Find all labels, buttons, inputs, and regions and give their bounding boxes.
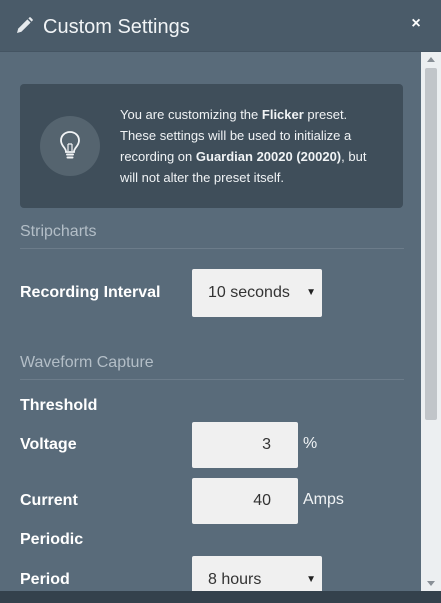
dialog-content: You are customizing the Flicker preset. …: [0, 52, 421, 591]
info-message: You are customizing the Flicker preset. …: [120, 104, 390, 188]
periodic-label: Periodic: [20, 531, 84, 548]
recording-interval-label: Recording Interval: [20, 284, 161, 301]
threshold-label: Threshold: [20, 397, 98, 414]
lightbulb-icon: [40, 116, 100, 176]
caret-down-icon: ▼: [306, 574, 316, 585]
preset-name: Flicker: [261, 107, 304, 122]
section-title-stripcharts: Stripcharts: [20, 223, 404, 249]
section-title-waveform-capture: Waveform Capture: [20, 354, 404, 380]
scroll-up-arrow-icon[interactable]: [421, 52, 441, 68]
caret-down-icon: ▼: [306, 287, 316, 298]
info-text-part: These settings will be used to initializ…: [120, 128, 352, 143]
info-text-part: preset.: [303, 107, 348, 122]
vertical-scrollbar[interactable]: [421, 52, 441, 591]
info-box: You are customizing the Flicker preset. …: [20, 84, 403, 208]
info-text-part: recording on: [120, 149, 196, 164]
info-text-part: You are customizing the: [120, 107, 262, 122]
period-value: 8 hours: [208, 571, 262, 588]
dialog-bottom-edge: [0, 591, 441, 603]
info-text-part: , but: [341, 149, 367, 164]
current-unit: Amps: [303, 491, 344, 508]
period-select[interactable]: 8 hours ▼: [192, 556, 322, 591]
current-input[interactable]: [192, 478, 298, 524]
voltage-label: Voltage: [20, 436, 77, 453]
recording-interval-select[interactable]: 10 seconds ▼: [192, 269, 322, 317]
pencil-icon: [14, 16, 34, 36]
scrollbar-thumb[interactable]: [425, 68, 437, 420]
dialog-titlebar: Custom Settings ×: [0, 0, 441, 52]
info-text-part: will not alter the preset itself.: [120, 170, 285, 185]
recording-interval-value: 10 seconds: [208, 284, 290, 301]
device-name: Guardian 20020 (20020): [195, 149, 342, 164]
dialog-title: Custom Settings: [43, 16, 190, 38]
current-label: Current: [20, 492, 78, 509]
period-label: Period: [20, 571, 70, 588]
voltage-input[interactable]: [192, 422, 298, 468]
scroll-down-arrow-icon[interactable]: [421, 575, 441, 591]
close-button[interactable]: ×: [405, 12, 427, 36]
voltage-unit: %: [303, 435, 318, 452]
